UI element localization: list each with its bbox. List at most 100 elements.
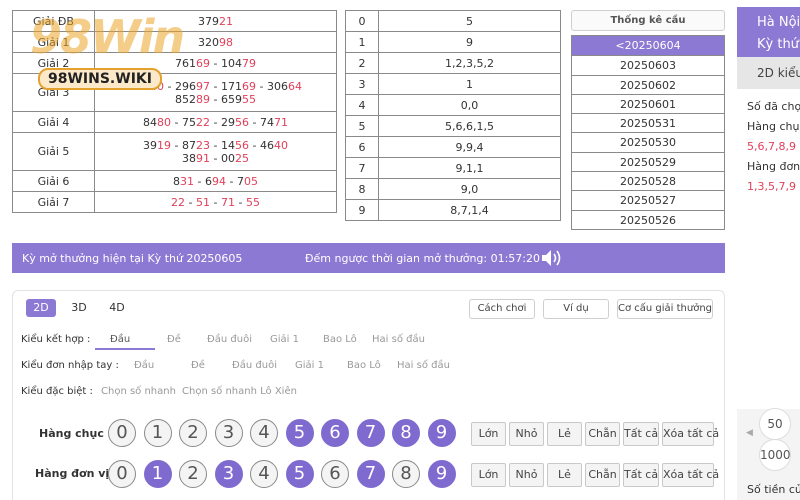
units-ball-7[interactable]: 7 [356, 460, 385, 488]
selected-label: Số đã chọn [747, 100, 800, 113]
combo-option[interactable]: Giải 1 [270, 334, 299, 345]
tail-values: 1,2,3,5,2 [378, 52, 561, 74]
combo-type-label: Kiểu kết hợp : [21, 334, 91, 345]
tens-ball-4[interactable]: 4 [250, 419, 278, 447]
units-ball-9[interactable]: 9 [427, 460, 456, 488]
number-head: - [234, 195, 246, 209]
tens-ball-8[interactable]: 8 [392, 419, 420, 447]
tens-ball-3[interactable]: 3 [214, 419, 243, 447]
manual-option[interactable]: Đề [191, 360, 205, 371]
tens-ball-2[interactable]: 2 [179, 419, 207, 447]
units-ball-6[interactable]: 6 [321, 460, 349, 488]
number-tail: 89 [196, 92, 211, 106]
prize-name: Giải ĐB [12, 10, 95, 32]
units-ball-3[interactable]: 3 [214, 460, 243, 488]
number-head: - [194, 174, 205, 188]
tens-ball-7[interactable]: 7 [356, 419, 385, 447]
combo-option[interactable]: Đầu [110, 334, 130, 345]
number-line: 85289 - 65955 [95, 93, 336, 106]
units-quick-button[interactable]: Chẵn [585, 463, 620, 487]
tens-ball-5[interactable]: 5 [285, 419, 314, 447]
speaker-icon[interactable] [540, 248, 564, 268]
tens-row-label: Hàng chục [39, 427, 104, 440]
stats-period-item[interactable]: 20250527 [572, 190, 724, 210]
number-tail: 23 [196, 138, 211, 152]
tens-quick-button[interactable]: Lẻ [547, 422, 582, 446]
units-ball-1[interactable]: 1 [143, 460, 172, 488]
how-to-play-button[interactable]: Cách chơi [469, 299, 535, 319]
tens-quick-button[interactable]: Nhỏ [509, 422, 544, 446]
units-quick-button[interactable]: Lẻ [547, 463, 582, 487]
combo-option[interactable]: Đề [167, 334, 181, 345]
stats-period-item[interactable]: 20250528 [572, 171, 724, 191]
combo-option[interactable]: Đầu đuôi [207, 334, 252, 345]
number-tail: 69 [241, 79, 256, 93]
tens-quick-button[interactable]: Chẵn [585, 422, 620, 446]
number-tail: 40 [273, 138, 288, 152]
manual-option[interactable]: Đầu đuôi [232, 360, 277, 371]
example-button[interactable]: Ví dụ [543, 299, 609, 319]
tail-values: 9 [378, 31, 561, 53]
number-line: 37921 [95, 15, 336, 28]
results-row: Giải 3 86740 - 29697 - 17169 - 30664 85289… [12, 73, 337, 112]
mode-tab-2d[interactable]: 2D [26, 299, 56, 317]
tens-quick-button[interactable]: Xóa tất cả [662, 422, 719, 446]
manual-option[interactable]: Bao Lô [347, 360, 381, 371]
units-quick-button[interactable]: Tất cả [623, 463, 659, 487]
tens-ball-1[interactable]: 1 [143, 419, 172, 447]
tens-ball-0[interactable]: 0 [108, 419, 136, 447]
units-quick-button[interactable]: Nhỏ [509, 463, 544, 487]
tail-digit: 2 [345, 52, 379, 74]
tens-quick-button[interactable]: Tất cả [623, 422, 659, 446]
manual-option[interactable]: Hai số đầu [397, 360, 450, 371]
number-head: - [226, 174, 237, 188]
mode-tab-4d[interactable]: 4D [102, 299, 132, 317]
units-ball-4[interactable]: 4 [250, 460, 278, 488]
stats-period-item[interactable]: <20250604 [572, 36, 724, 56]
amount-chip[interactable]: 1000 [759, 439, 791, 471]
tens-quick-button[interactable]: Lớn [471, 422, 506, 446]
stats-period-item[interactable]: 20250529 [572, 151, 724, 172]
prize-numbers: 32098 [94, 31, 337, 53]
tail-values: 8,7,1,4 [378, 199, 561, 221]
combo-option[interactable]: Hai số đầu [372, 334, 425, 345]
bet-slip-tab[interactable]: 2D kiểu [737, 57, 800, 89]
units-quick-button[interactable]: Xóa tất cả [662, 463, 719, 487]
special-option[interactable]: Chọn số nhanh [101, 386, 176, 397]
number-head: 867 [129, 79, 151, 93]
special-option[interactable]: Chọn số nhanh Lô Xiên [182, 386, 297, 397]
number-head: - [210, 56, 221, 70]
prize-structure-button[interactable]: Cơ cấu giải thưởng [617, 299, 713, 319]
number-head: 38 [182, 151, 197, 165]
stats-period-item[interactable]: 20250603 [572, 55, 724, 75]
units-ball-0[interactable]: 0 [108, 460, 136, 488]
number-tail: 98 [219, 35, 233, 49]
number-head: 8 [173, 174, 181, 188]
prize-numbers: 22 - 51 - 71 - 55 [94, 191, 337, 213]
prize-name: Giải 7 [12, 191, 95, 213]
units-ball-2[interactable]: 2 [179, 460, 207, 488]
units-ball-8[interactable]: 8 [392, 460, 420, 488]
stats-period-item[interactable]: 20250531 [572, 113, 724, 133]
tail-table: 0 5 1 9 2 1,2,3,5,2 3 1 4 0,0 5 5,6,6,1,5 6 9,9,4 7 9,1… [345, 10, 561, 221]
manual-option[interactable]: Đầu [134, 360, 154, 371]
tens-ball-9[interactable]: 9 [427, 419, 456, 447]
chevron-left-icon[interactable]: ◀ [746, 428, 753, 438]
stats-period-item[interactable]: 20250530 [572, 132, 724, 152]
number-head: - [210, 151, 221, 165]
tail-digit: 4 [345, 94, 379, 116]
amount-chip[interactable]: 50 [759, 408, 791, 440]
tail-values: 9,1,1 [378, 157, 561, 179]
tail-row: 9 8,7,1,4 [345, 199, 561, 221]
number-head: 320 [198, 35, 219, 49]
stats-period-item[interactable]: 20250602 [572, 74, 724, 94]
tens-ball-6[interactable]: 6 [321, 419, 349, 447]
combo-option[interactable]: Bao Lô [323, 334, 357, 345]
mode-tab-3d[interactable]: 3D [64, 299, 94, 317]
units-quick-button[interactable]: Lớn [471, 463, 506, 487]
units-ball-5[interactable]: 5 [285, 460, 314, 488]
stats-period-item[interactable]: 20250601 [572, 93, 724, 114]
manual-option[interactable]: Giải 1 [295, 360, 324, 371]
prize-name: Giải 1 [12, 31, 95, 53]
stats-period-item[interactable]: 20250526 [572, 209, 724, 229]
